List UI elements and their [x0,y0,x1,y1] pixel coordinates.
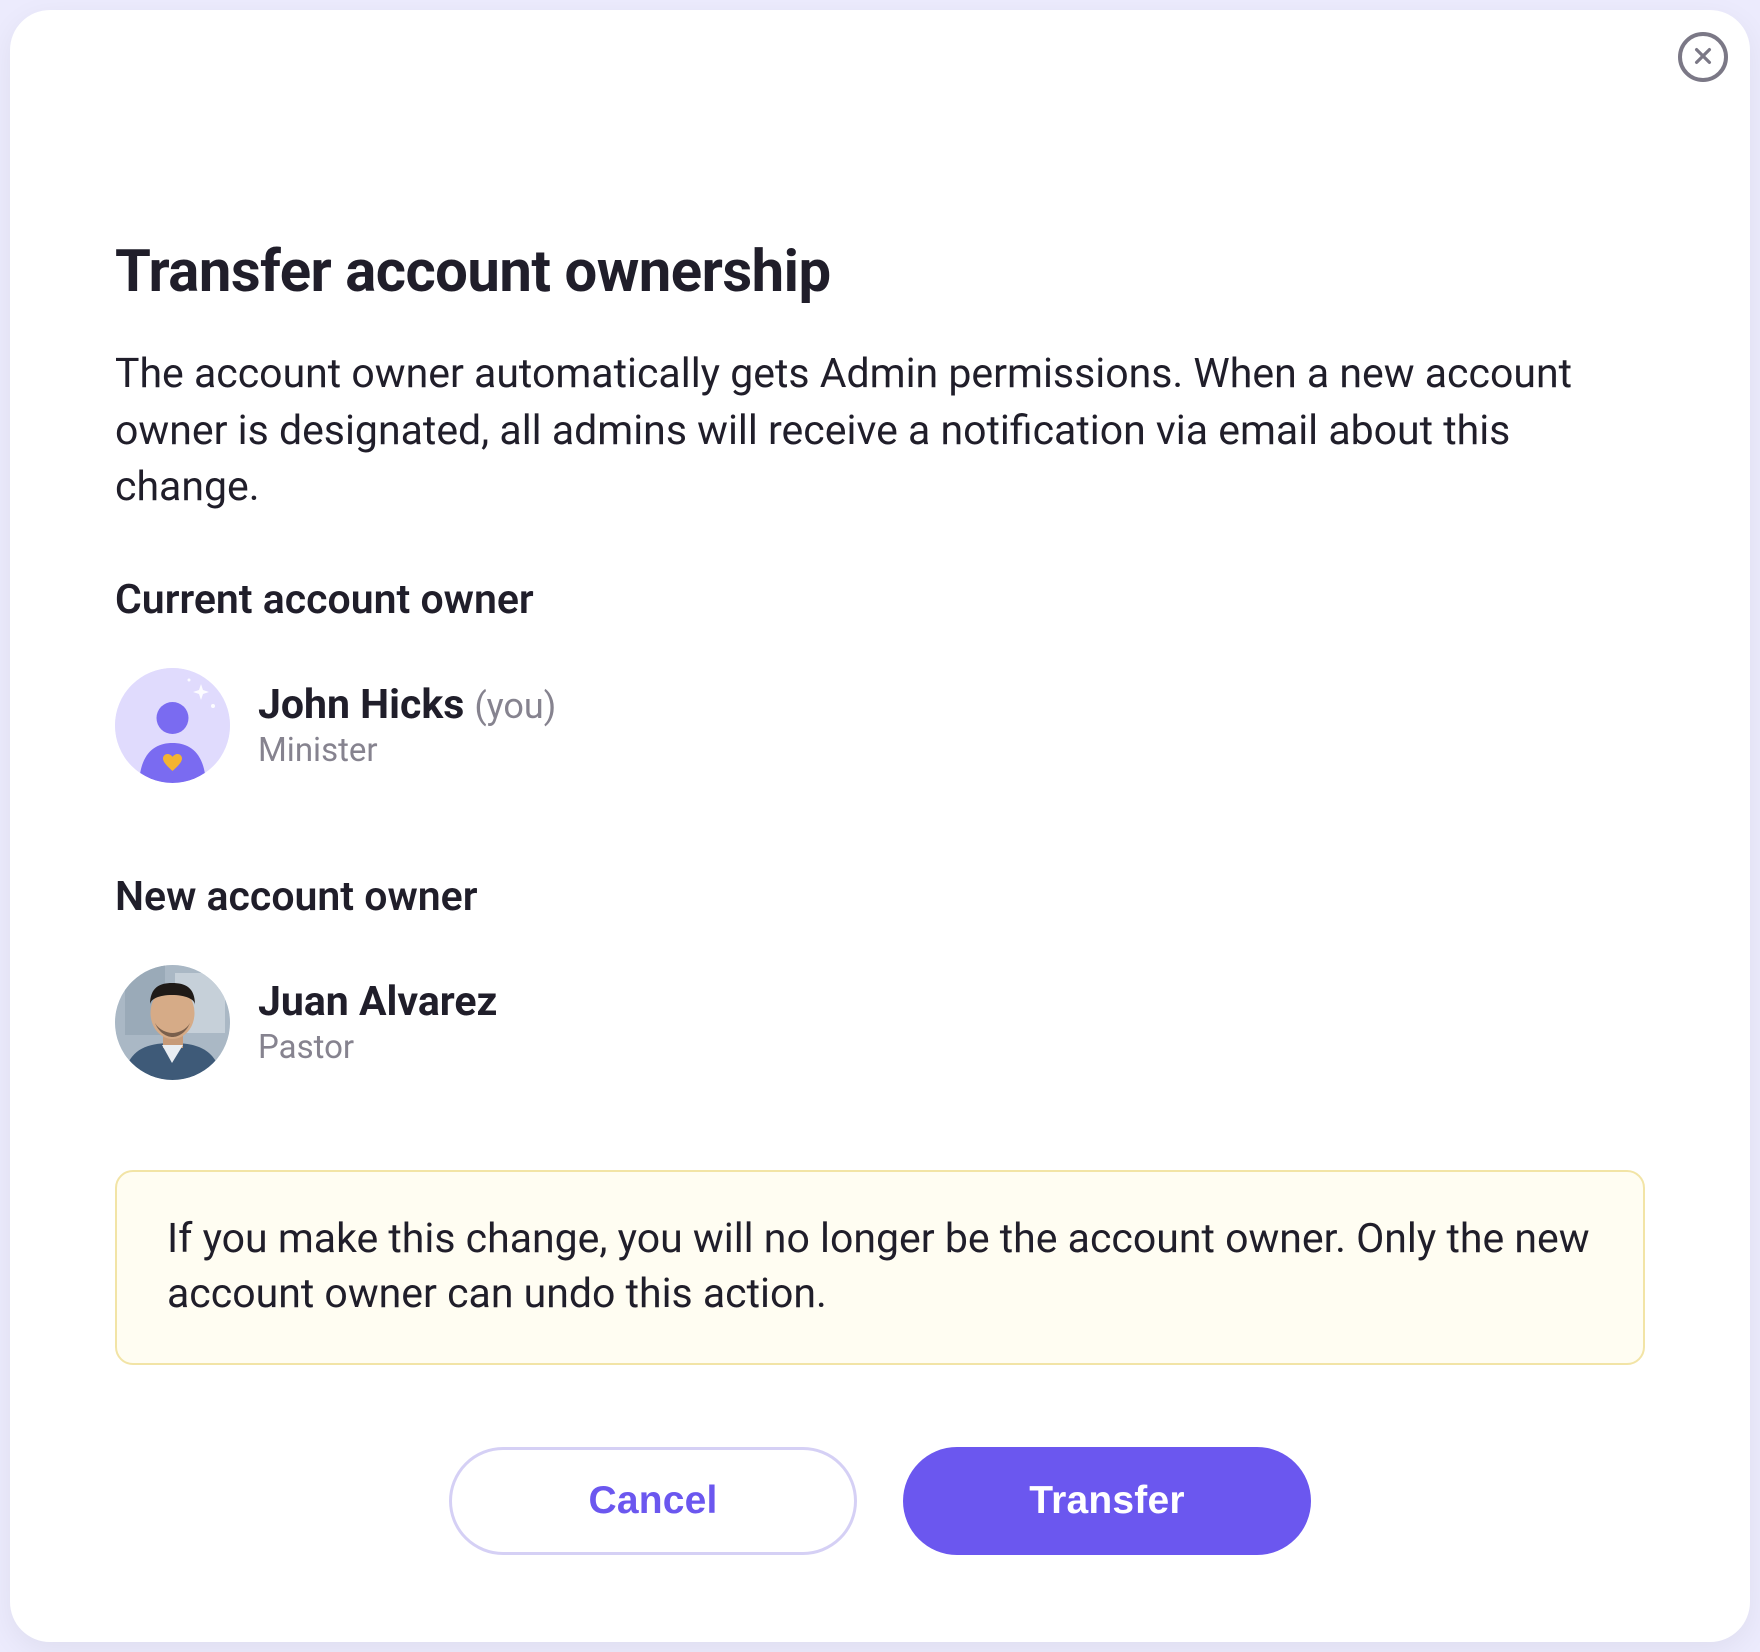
transfer-button[interactable]: Transfer [903,1447,1311,1555]
transfer-ownership-modal: Transfer account ownership The account o… [10,10,1750,1642]
warning-text: If you make this change, you will no lon… [167,1212,1593,1324]
new-owner-role: Pastor [258,1028,497,1067]
cancel-button[interactable]: Cancel [449,1447,857,1555]
new-owner-text: Juan Alvarez Pastor [258,978,497,1067]
current-owner-name: John Hicks [258,681,464,729]
warning-box: If you make this change, you will no lon… [115,1170,1645,1366]
modal-title: Transfer account ownership [115,238,1645,306]
new-owner-name: Juan Alvarez [258,978,497,1026]
current-owner-you-suffix: (you) [474,685,556,727]
button-row: Cancel Transfer [115,1447,1645,1555]
new-owner-row: Juan Alvarez Pastor [115,965,1645,1080]
close-button[interactable] [1678,32,1728,82]
current-owner-role: Minister [258,731,556,770]
close-icon [1692,45,1714,70]
avatar [115,668,230,783]
avatar [115,965,230,1080]
current-owner-label: Current account owner [115,576,1645,624]
new-owner-label: New account owner [115,873,1645,921]
modal-description: The account owner automatically gets Adm… [115,346,1635,516]
current-owner-text: John Hicks (you) Minister [258,681,556,770]
current-owner-row: John Hicks (you) Minister [115,668,1645,783]
